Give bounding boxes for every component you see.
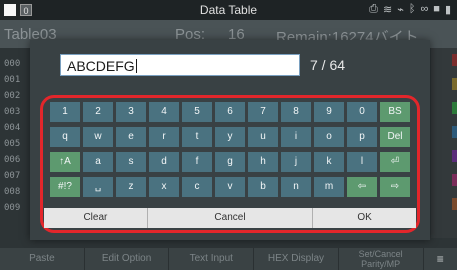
row-labels: 000 001 002 003 004 005 006 007 008 009 (4, 56, 20, 216)
key-0-3[interactable]: 4 (149, 102, 179, 122)
parity-mp-label: Parity/MP (361, 259, 401, 269)
key-1-1[interactable]: w (83, 127, 113, 147)
key-3-8[interactable]: m (314, 177, 344, 197)
char-counter: 7 / 64 (310, 57, 346, 73)
key-3-3[interactable]: x (149, 177, 179, 197)
key-0-7[interactable]: 8 (281, 102, 311, 122)
key-3-4[interactable]: c (182, 177, 212, 197)
key-3-2[interactable]: z (116, 177, 146, 197)
key-0-10[interactable]: BS (380, 102, 410, 122)
key-2-1[interactable]: a (83, 152, 113, 172)
key-1-10[interactable]: Del (380, 127, 410, 147)
key-1-7[interactable]: i (281, 127, 311, 147)
key-0-6[interactable]: 7 (248, 102, 278, 122)
row-label: 007 (4, 171, 21, 181)
key-1-5[interactable]: y (215, 127, 245, 147)
key-3-10[interactable]: ⇨ (380, 177, 410, 197)
key-0-0[interactable]: 1 (50, 102, 80, 122)
row-label: 000 (4, 59, 21, 69)
key-2-7[interactable]: j (281, 152, 311, 172)
key-3-5[interactable]: v (215, 177, 245, 197)
color-strip (452, 150, 457, 162)
key-2-8[interactable]: k (314, 152, 344, 172)
key-2-0[interactable]: ↑A (50, 152, 80, 172)
key-1-3[interactable]: r (149, 127, 179, 147)
bottom-toolbar: Paste Edit Option Text Input HEX Display… (0, 248, 457, 270)
status-icons: ⎙ ≋ ⌁ ᛒ ∞ ■ ▮ (369, 3, 451, 16)
key-3-0[interactable]: #!? (50, 177, 80, 197)
ok-button[interactable]: OK (313, 208, 416, 228)
set-cancel-label: Set/Cancel (358, 249, 403, 259)
row-label: 009 (4, 203, 21, 213)
dialog-action-bar: Clear Cancel OK (44, 208, 416, 228)
printer-icon: ⎙ (369, 3, 378, 15)
key-2-9[interactable]: l (347, 152, 377, 172)
key-1-8[interactable]: o (314, 127, 344, 147)
key-2-5[interactable]: g (215, 152, 245, 172)
key-3-6[interactable]: b (248, 177, 278, 197)
key-0-8[interactable]: 9 (314, 102, 344, 122)
key-0-2[interactable]: 3 (116, 102, 146, 122)
key-1-6[interactable]: u (248, 127, 278, 147)
clear-button[interactable]: Clear (44, 208, 148, 228)
key-2-2[interactable]: s (116, 152, 146, 172)
paste-button[interactable]: Paste (0, 248, 85, 270)
color-strip (452, 174, 457, 186)
row-label: 001 (4, 75, 21, 85)
row-label: 003 (4, 107, 21, 117)
color-strip (452, 126, 457, 138)
wifi-icon: ≋ (382, 4, 393, 16)
key-2-3[interactable]: d (149, 152, 179, 172)
text-input-field[interactable]: ABCDEFG (60, 54, 300, 76)
color-strip (452, 78, 457, 90)
key-3-7[interactable]: n (281, 177, 311, 197)
set-cancel-parity-button[interactable]: Set/Cancel Parity/MP (339, 248, 424, 270)
key-3-9[interactable]: ⇦ (347, 177, 377, 197)
usb-icon: ⌁ (397, 4, 404, 16)
row-label: 005 (4, 139, 21, 149)
cancel-button[interactable]: Cancel (148, 208, 314, 228)
row-label: 008 (4, 187, 21, 197)
key-2-6[interactable]: h (248, 152, 278, 172)
battery-icon: ▮ (444, 4, 451, 16)
link-icon: ∞ (420, 3, 429, 15)
lock-icon: ■ (433, 3, 440, 15)
color-strip (452, 54, 457, 66)
key-3-1[interactable]: ␣ (83, 177, 113, 197)
input-value: ABCDEFG (67, 58, 135, 74)
color-strip (452, 102, 457, 114)
row-label: 004 (4, 123, 21, 133)
row-label: 002 (4, 91, 21, 101)
right-side-panel (431, 48, 457, 238)
key-1-0[interactable]: q (50, 127, 80, 147)
key-0-4[interactable]: 5 (182, 102, 212, 122)
hex-display-button[interactable]: HEX Display (254, 248, 339, 270)
status-bar: 0 Data Table ⎙ ≋ ⌁ ᛒ ∞ ■ ▮ (0, 0, 457, 20)
key-0-1[interactable]: 2 (83, 102, 113, 122)
menu-icon[interactable]: ≡ (424, 248, 457, 270)
key-0-5[interactable]: 6 (215, 102, 245, 122)
bluetooth-icon: ᛒ (408, 3, 416, 15)
input-text-wrap: ABCDEFG (67, 58, 137, 74)
edit-option-button[interactable]: Edit Option (85, 248, 170, 270)
key-0-9[interactable]: 0 (347, 102, 377, 122)
key-2-4[interactable]: f (182, 152, 212, 172)
text-input-dialog: ABCDEFG 7 / 64 1 2 3 4 5 6 7 8 9 0 BS q w e r t y u i o p Del… (30, 40, 430, 240)
key-1-4[interactable]: t (182, 127, 212, 147)
key-2-10[interactable]: ⏎ (380, 152, 410, 172)
row-label: 006 (4, 155, 21, 165)
text-caret (135, 59, 137, 73)
key-1-9[interactable]: p (347, 127, 377, 147)
color-strip (452, 198, 457, 210)
key-1-2[interactable]: e (116, 127, 146, 147)
text-input-button[interactable]: Text Input (169, 248, 255, 270)
